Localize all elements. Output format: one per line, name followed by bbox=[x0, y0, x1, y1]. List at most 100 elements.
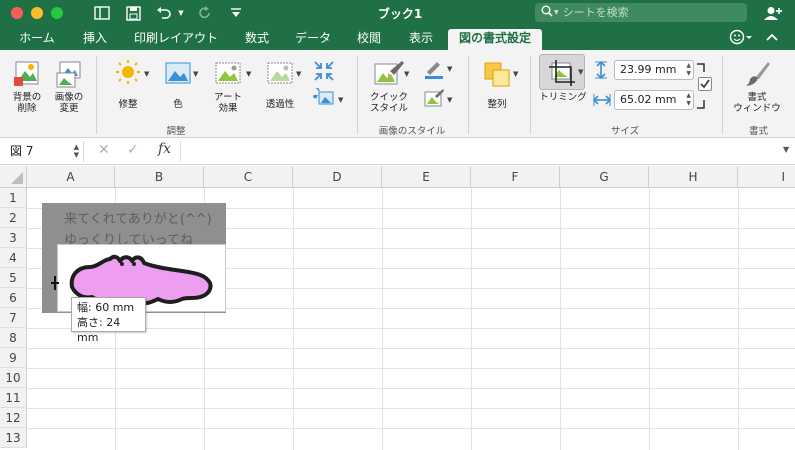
expand-formula-bar-icon[interactable]: ▼ bbox=[783, 145, 789, 154]
row-header-6[interactable]: 6 bbox=[0, 288, 27, 308]
adjust-group-label: 調整 bbox=[166, 126, 186, 137]
row-header-7[interactable]: 7 bbox=[0, 308, 27, 328]
confirm-icon[interactable]: ✓ bbox=[127, 142, 139, 158]
quick-styles-icon bbox=[374, 61, 404, 85]
spreadsheet-grid[interactable]: A B C D E F G H I 1 2 3 4 5 6 7 8 9 10 1… bbox=[0, 166, 795, 450]
row-header-3[interactable]: 3 bbox=[0, 228, 27, 248]
row-header-8[interactable]: 8 bbox=[0, 328, 27, 348]
zoom-window-button[interactable] bbox=[51, 7, 63, 19]
column-header-g[interactable]: G bbox=[560, 166, 649, 188]
column-header-i[interactable]: I bbox=[738, 166, 795, 188]
save-icon[interactable] bbox=[124, 4, 142, 22]
corrections-button[interactable]: 修整 bbox=[106, 59, 150, 110]
collapse-ribbon-icon[interactable] bbox=[764, 28, 780, 46]
remove-background-button[interactable]: 背景の 削除 bbox=[6, 59, 48, 114]
crop-icon bbox=[549, 60, 575, 86]
height-input[interactable]: 23.99 mm ▲ ▼ bbox=[614, 60, 694, 80]
name-box[interactable]: 図 7 ▲ ▼ bbox=[4, 141, 84, 162]
picture-border-dropdown-icon[interactable]: ▼ bbox=[447, 65, 452, 73]
redo-icon[interactable] bbox=[197, 4, 213, 22]
artistic-effects-icon bbox=[215, 62, 241, 84]
row-header-5[interactable]: 5 bbox=[0, 268, 27, 288]
tab-data[interactable]: データ bbox=[290, 29, 336, 50]
row-header-1[interactable]: 1 bbox=[0, 188, 27, 208]
column-header-c[interactable]: C bbox=[204, 166, 293, 188]
row-header-2[interactable]: 2 bbox=[0, 208, 27, 228]
format-pane-button[interactable]: 書式 ウィンドウ bbox=[728, 59, 786, 114]
quick-styles-dropdown-icon[interactable]: ▼ bbox=[404, 70, 409, 78]
change-picture-button[interactable]: 画像の 変更 bbox=[48, 59, 90, 114]
brush-icon bbox=[746, 62, 770, 86]
quick-styles-button[interactable]: クイック スタイル bbox=[366, 59, 412, 114]
search-input[interactable] bbox=[562, 6, 743, 19]
lock-aspect-checkbox[interactable] bbox=[698, 77, 712, 91]
smiley-feedback-icon[interactable] bbox=[728, 28, 754, 46]
close-window-button[interactable] bbox=[11, 7, 23, 19]
tab-insert[interactable]: 挿入 bbox=[75, 29, 115, 50]
crop-handle-left[interactable] bbox=[50, 276, 60, 290]
column-header-b[interactable]: B bbox=[115, 166, 204, 188]
reset-picture-dropdown-icon[interactable]: ▼ bbox=[338, 96, 343, 104]
crop-dropdown-icon[interactable]: ▼ bbox=[578, 68, 583, 76]
reset-picture-icon bbox=[313, 88, 334, 105]
row-header-9[interactable]: 9 bbox=[0, 348, 27, 368]
tab-home[interactable]: ホーム bbox=[12, 29, 62, 50]
row-header-10[interactable]: 10 bbox=[0, 368, 27, 388]
compress-pictures-button[interactable] bbox=[312, 60, 336, 82]
picture-border-button[interactable] bbox=[422, 59, 446, 79]
formula-input[interactable] bbox=[180, 141, 778, 162]
column-header-f[interactable]: F bbox=[471, 166, 560, 188]
color-dropdown-icon[interactable]: ▼ bbox=[193, 70, 198, 78]
arrange-dropdown-icon[interactable]: ▼ bbox=[513, 70, 518, 78]
remove-background-icon bbox=[14, 61, 39, 86]
tab-page-layout[interactable]: 印刷レイアウト bbox=[128, 29, 224, 50]
search-options-icon: ▼ bbox=[554, 9, 559, 16]
height-icon bbox=[593, 60, 609, 82]
height-stepper[interactable]: ▲ ▼ bbox=[686, 62, 691, 78]
tab-review[interactable]: 校閲 bbox=[349, 29, 389, 50]
artistic-effects-button[interactable]: アート 効果 bbox=[206, 59, 250, 114]
add-person-icon[interactable] bbox=[762, 4, 784, 22]
picture-effects-icon bbox=[424, 89, 444, 107]
reset-picture-button[interactable] bbox=[312, 88, 336, 108]
row-header-13[interactable]: 13 bbox=[0, 428, 27, 448]
crop-label[interactable]: トリミング bbox=[536, 92, 590, 103]
column-header-e[interactable]: E bbox=[382, 166, 471, 188]
width-input[interactable]: 65.02 mm ▲ ▼ bbox=[614, 90, 694, 110]
width-stepper[interactable]: ▲ ▼ bbox=[686, 92, 691, 108]
column-header-a[interactable]: A bbox=[27, 166, 115, 188]
column-header-h[interactable]: H bbox=[649, 166, 738, 188]
transparency-button[interactable]: 透過性 bbox=[258, 59, 302, 110]
format-group-label: 書式 bbox=[748, 126, 768, 137]
column-header-d[interactable]: D bbox=[293, 166, 382, 188]
tab-picture-format[interactable]: 図の書式設定 bbox=[448, 29, 542, 50]
undo-dropdown-icon[interactable]: ▼ bbox=[176, 4, 186, 22]
artistic-effects-dropdown-icon[interactable]: ▼ bbox=[246, 70, 251, 78]
minimize-window-button[interactable] bbox=[31, 7, 43, 19]
row-header-4[interactable]: 4 bbox=[0, 248, 27, 268]
function-icon[interactable]: fx bbox=[158, 141, 171, 157]
select-all-button[interactable] bbox=[0, 166, 27, 188]
picture-effects-button[interactable] bbox=[422, 88, 446, 108]
cancel-icon[interactable]: ✕ bbox=[98, 142, 110, 158]
tab-formulas[interactable]: 数式 bbox=[237, 29, 277, 50]
transparency-dropdown-icon[interactable]: ▼ bbox=[296, 70, 301, 78]
customize-toolbar-icon[interactable] bbox=[229, 4, 243, 22]
undo-icon[interactable] bbox=[155, 4, 173, 22]
picture-color-icon bbox=[165, 62, 191, 84]
transparency-icon bbox=[267, 62, 293, 84]
tab-view[interactable]: 表示 bbox=[401, 29, 441, 50]
row-header-11[interactable]: 11 bbox=[0, 388, 27, 408]
greeting-line-1: 来てくれてありがと(^^) bbox=[64, 212, 212, 227]
color-button[interactable]: 色 bbox=[158, 59, 198, 110]
name-box-stepper[interactable]: ▲ ▼ bbox=[74, 143, 79, 159]
checkmark-icon bbox=[700, 79, 710, 89]
title-bar: ▼ ブック1 ▼ bbox=[0, 0, 795, 26]
picture-effects-dropdown-icon[interactable]: ▼ bbox=[447, 96, 452, 104]
search-box[interactable]: ▼ bbox=[535, 3, 747, 22]
corrections-dropdown-icon[interactable]: ▼ bbox=[144, 70, 149, 78]
row-header-12[interactable]: 12 bbox=[0, 408, 27, 428]
sidebar-toggle-icon[interactable] bbox=[93, 4, 111, 22]
arrange-button[interactable]: 整列 bbox=[476, 59, 518, 110]
size-tooltip: 幅: 60 mm 高さ: 24 mm bbox=[71, 297, 146, 344]
